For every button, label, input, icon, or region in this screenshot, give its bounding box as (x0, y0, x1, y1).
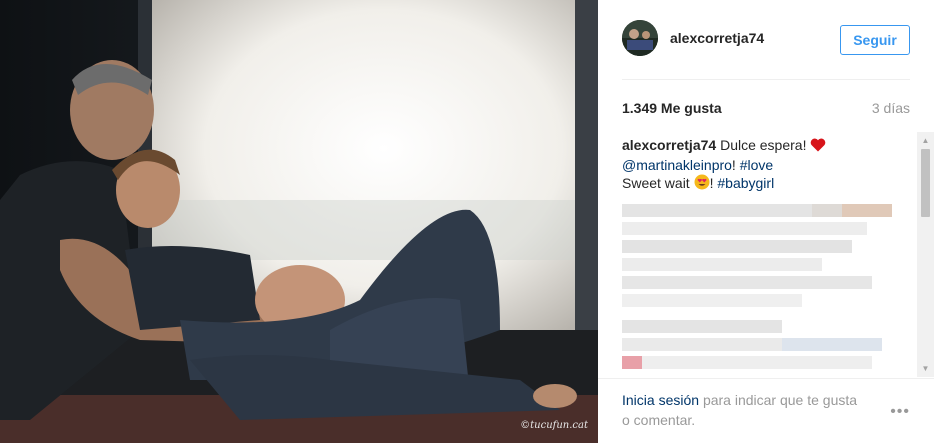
scroll-down-icon[interactable]: ▼ (917, 360, 934, 377)
more-options-icon[interactable]: ••• (890, 403, 910, 421)
login-link[interactable]: Inicia sesión (622, 392, 699, 408)
comments-list: alexcorretja74 Dulce espera! @martinakle… (622, 136, 918, 376)
post-header: alexcorretja74 Seguir (622, 18, 910, 80)
mention-link[interactable]: @martinakleinpro (622, 157, 732, 173)
login-prompt: Inicia sesión para indicar que te gusta … (622, 390, 862, 430)
avatar[interactable] (622, 20, 658, 56)
post-timestamp[interactable]: 3 días (872, 100, 910, 116)
post-side-panel: alexcorretja74 Seguir 1.349 Me gusta 3 d… (598, 0, 934, 443)
caption-text-3: ! (709, 175, 714, 191)
scrollbar-thumb[interactable] (921, 149, 930, 217)
post-footer: Inicia sesión para indicar que te gusta … (598, 378, 934, 443)
caption-username[interactable]: alexcorretja74 (622, 137, 716, 153)
heart-icon (810, 138, 826, 156)
username-link[interactable]: alexcorretja74 (670, 30, 764, 46)
scroll-up-icon[interactable]: ▲ (917, 132, 934, 149)
caption-text: Dulce espera! (720, 137, 807, 153)
post-photo[interactable]: ©tucufun.cat (0, 0, 598, 443)
avatar-image (622, 20, 658, 56)
follow-button[interactable]: Seguir (840, 25, 910, 55)
pixelated-comments (622, 200, 892, 369)
photo-illustration (0, 0, 598, 443)
caption-text-2: Sweet wait (622, 175, 690, 191)
post-caption: alexcorretja74 Dulce espera! @martinakle… (622, 136, 918, 194)
hashtag-babygirl-link[interactable]: #babygirl (717, 175, 774, 191)
heart-eyes-emoji-icon (694, 174, 710, 194)
caption-separator: ! (731, 157, 736, 173)
photo-credit-watermark: ©tucufun.cat (520, 420, 588, 431)
likes-count[interactable]: 1.349 Me gusta (622, 100, 722, 116)
hashtag-love-link[interactable]: #love (740, 157, 773, 173)
comments-scrollbar[interactable]: ▲ ▼ (917, 132, 934, 377)
instagram-post: ©tucufun.cat alexcorretja74 Seguir 1.349… (0, 0, 934, 443)
